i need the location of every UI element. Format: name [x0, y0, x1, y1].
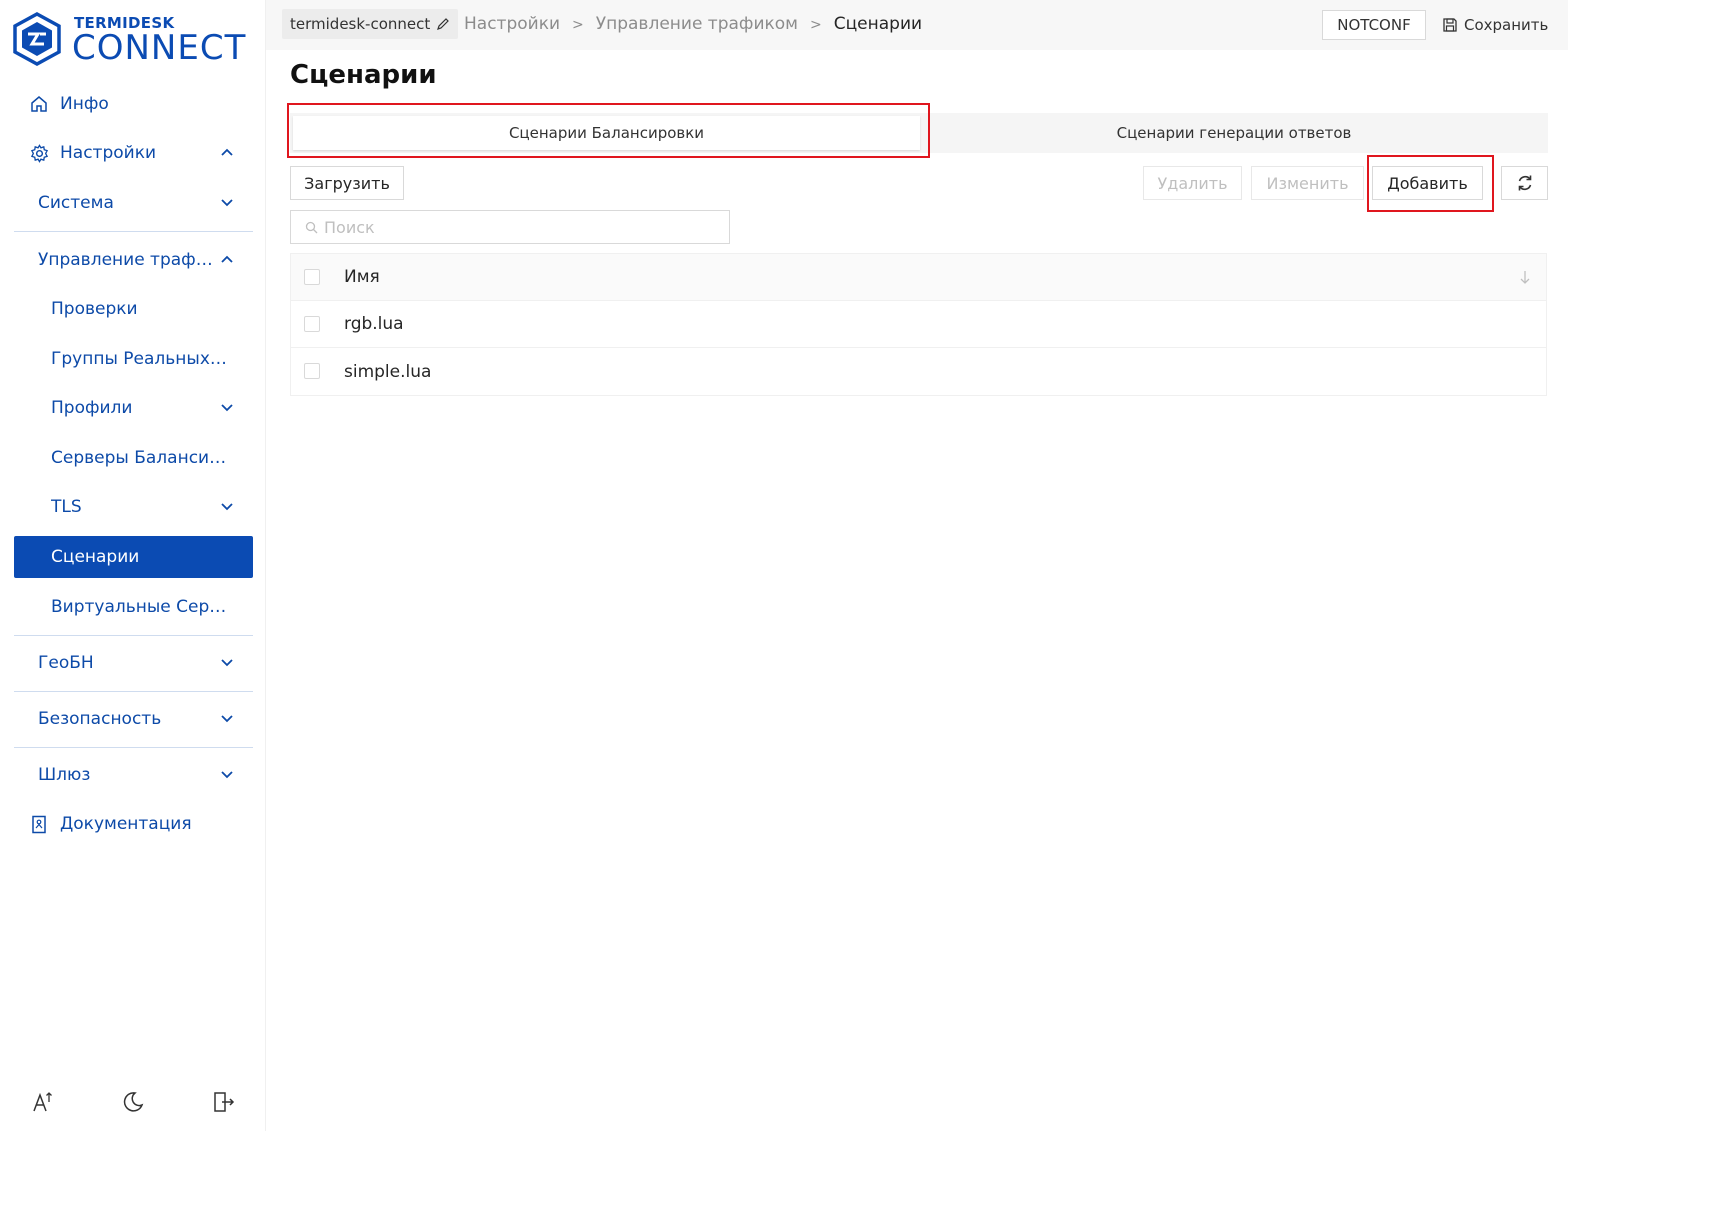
sidebar-item-label: Инфо — [60, 94, 109, 114]
chevron-down-icon — [221, 771, 233, 779]
refresh-icon — [1518, 175, 1531, 191]
row-name: rgb.lua — [344, 314, 404, 334]
sidebar-item-virtual-servers[interactable]: Виртуальные Серве… — [14, 586, 253, 628]
sidebar-item-traffic[interactable]: Управление трафи… — [14, 239, 253, 281]
sidebar: TERMIDESK CONNECT Инфо Настройки Система… — [0, 0, 266, 1131]
home-icon — [28, 93, 50, 115]
save-label: Сохранить — [1464, 16, 1549, 34]
logout-icon[interactable] — [212, 1090, 236, 1114]
search-input[interactable] — [324, 217, 714, 237]
breadcrumb-current: Сценарии — [833, 14, 923, 34]
brand-hexagon-icon — [13, 12, 61, 66]
table-row[interactable]: simple.lua — [291, 348, 1546, 395]
sidebar-item-label: Система — [38, 193, 114, 213]
sidebar-item-label: Документация — [60, 814, 192, 834]
sidebar-item-label: Группы Реальных С… — [51, 349, 231, 369]
host-name[interactable]: termidesk-connect — [282, 9, 459, 39]
sidebar-item-system[interactable]: Система — [14, 182, 253, 224]
select-all-checkbox[interactable] — [304, 269, 320, 285]
chevron-up-icon — [221, 255, 233, 263]
sidebar-item-security[interactable]: Безопасность — [14, 698, 253, 740]
add-button[interactable]: Добавить — [1372, 166, 1483, 200]
delete-button[interactable]: Удалить — [1143, 166, 1242, 200]
sidebar-item-scenarios[interactable]: Сценарии — [14, 536, 253, 578]
gear-icon — [28, 142, 50, 164]
sidebar-item-gateway[interactable]: Шлюз — [14, 754, 253, 796]
sidebar-item-label: TLS — [51, 497, 82, 517]
sidebar-item-label: Виртуальные Серве… — [51, 597, 231, 617]
sidebar-item-real-groups[interactable]: Группы Реальных С… — [14, 338, 253, 380]
breadcrumb-separator: > — [572, 17, 584, 33]
search-field[interactable] — [290, 210, 730, 244]
sort-arrow-down-icon[interactable] — [1518, 269, 1532, 285]
refresh-button[interactable] — [1501, 166, 1548, 200]
sidebar-item-label: Серверы Балансир… — [51, 448, 231, 468]
scenarios-table: Имя rgb.lua simple.lua — [290, 253, 1547, 396]
sidebar-item-lb-servers[interactable]: Серверы Балансир… — [14, 437, 253, 479]
sidebar-item-checks[interactable]: Проверки — [14, 288, 253, 330]
sidebar-item-label: Сценарии — [51, 547, 140, 567]
edit-button[interactable]: Изменить — [1251, 166, 1364, 200]
chevron-up-icon — [221, 148, 233, 156]
chevron-down-icon — [221, 404, 233, 412]
table-header-row: Имя — [291, 254, 1546, 301]
sidebar-divider — [14, 747, 253, 748]
save-icon — [1443, 18, 1457, 32]
page-title: Сценарии — [290, 60, 437, 90]
document-icon — [28, 813, 50, 835]
sidebar-item-tls[interactable]: TLS — [14, 486, 253, 528]
brand-logo[interactable]: TERMIDESK CONNECT — [12, 12, 257, 68]
sidebar-item-label: ГеоБН — [38, 653, 94, 673]
breadcrumb-traffic[interactable]: Управление трафиком — [596, 14, 798, 34]
sidebar-item-label: Безопасность — [38, 709, 162, 729]
sidebar-divider — [14, 231, 253, 232]
table-row[interactable]: rgb.lua — [291, 301, 1546, 348]
pencil-icon[interactable] — [436, 17, 450, 31]
breadcrumb: Настройки > Управление трафиком > Сценарии — [464, 14, 922, 34]
row-checkbox[interactable] — [304, 316, 320, 332]
chevron-down-icon — [221, 199, 233, 207]
upload-button[interactable]: Загрузить — [290, 166, 404, 200]
column-header-name[interactable]: Имя — [344, 267, 380, 287]
top-bar: termidesk-connect Настройки > Управление т… — [266, 0, 1568, 50]
notconf-button[interactable]: NOTCONF — [1322, 10, 1426, 40]
sidebar-item-label: Настройки — [60, 143, 157, 163]
sidebar-item-label: Проверки — [51, 299, 138, 319]
sidebar-item-docs[interactable]: Документация — [14, 803, 253, 845]
sidebar-item-settings[interactable]: Настройки — [14, 132, 253, 174]
tab-balance-scenarios[interactable]: Сценарии Балансировки — [293, 116, 920, 150]
row-name: simple.lua — [344, 361, 432, 382]
chevron-down-icon — [221, 659, 233, 667]
sidebar-item-label: Профили — [51, 398, 133, 418]
tab-bar: Сценарии Балансировки Сценарии генерации… — [290, 113, 1548, 153]
brand-line2: CONNECT — [72, 28, 247, 68]
sidebar-item-geo[interactable]: ГеоБН — [14, 642, 253, 684]
chevron-down-icon — [221, 503, 233, 511]
font-size-icon[interactable] — [31, 1090, 55, 1114]
sidebar-divider — [14, 691, 253, 692]
host-name-label: termidesk-connect — [290, 15, 431, 33]
breadcrumb-settings[interactable]: Настройки — [464, 14, 560, 34]
chevron-down-icon — [221, 715, 233, 723]
search-icon — [305, 221, 318, 233]
moon-icon[interactable] — [121, 1090, 145, 1114]
save-button[interactable]: Сохранить — [1442, 10, 1548, 40]
sidebar-item-label: Управление трафи… — [38, 250, 218, 270]
sidebar-divider — [14, 635, 253, 636]
tab-response-scenarios[interactable]: Сценарии генерации ответов — [920, 116, 1548, 150]
breadcrumb-separator: > — [810, 17, 822, 33]
sidebar-item-info[interactable]: Инфо — [14, 83, 253, 125]
row-checkbox[interactable] — [304, 363, 320, 379]
sidebar-item-profiles[interactable]: Профили — [14, 387, 253, 429]
sidebar-item-label: Шлюз — [38, 765, 91, 785]
main-content: Сценарии Сценарии Балансировки Сценарии … — [282, 50, 1556, 1118]
